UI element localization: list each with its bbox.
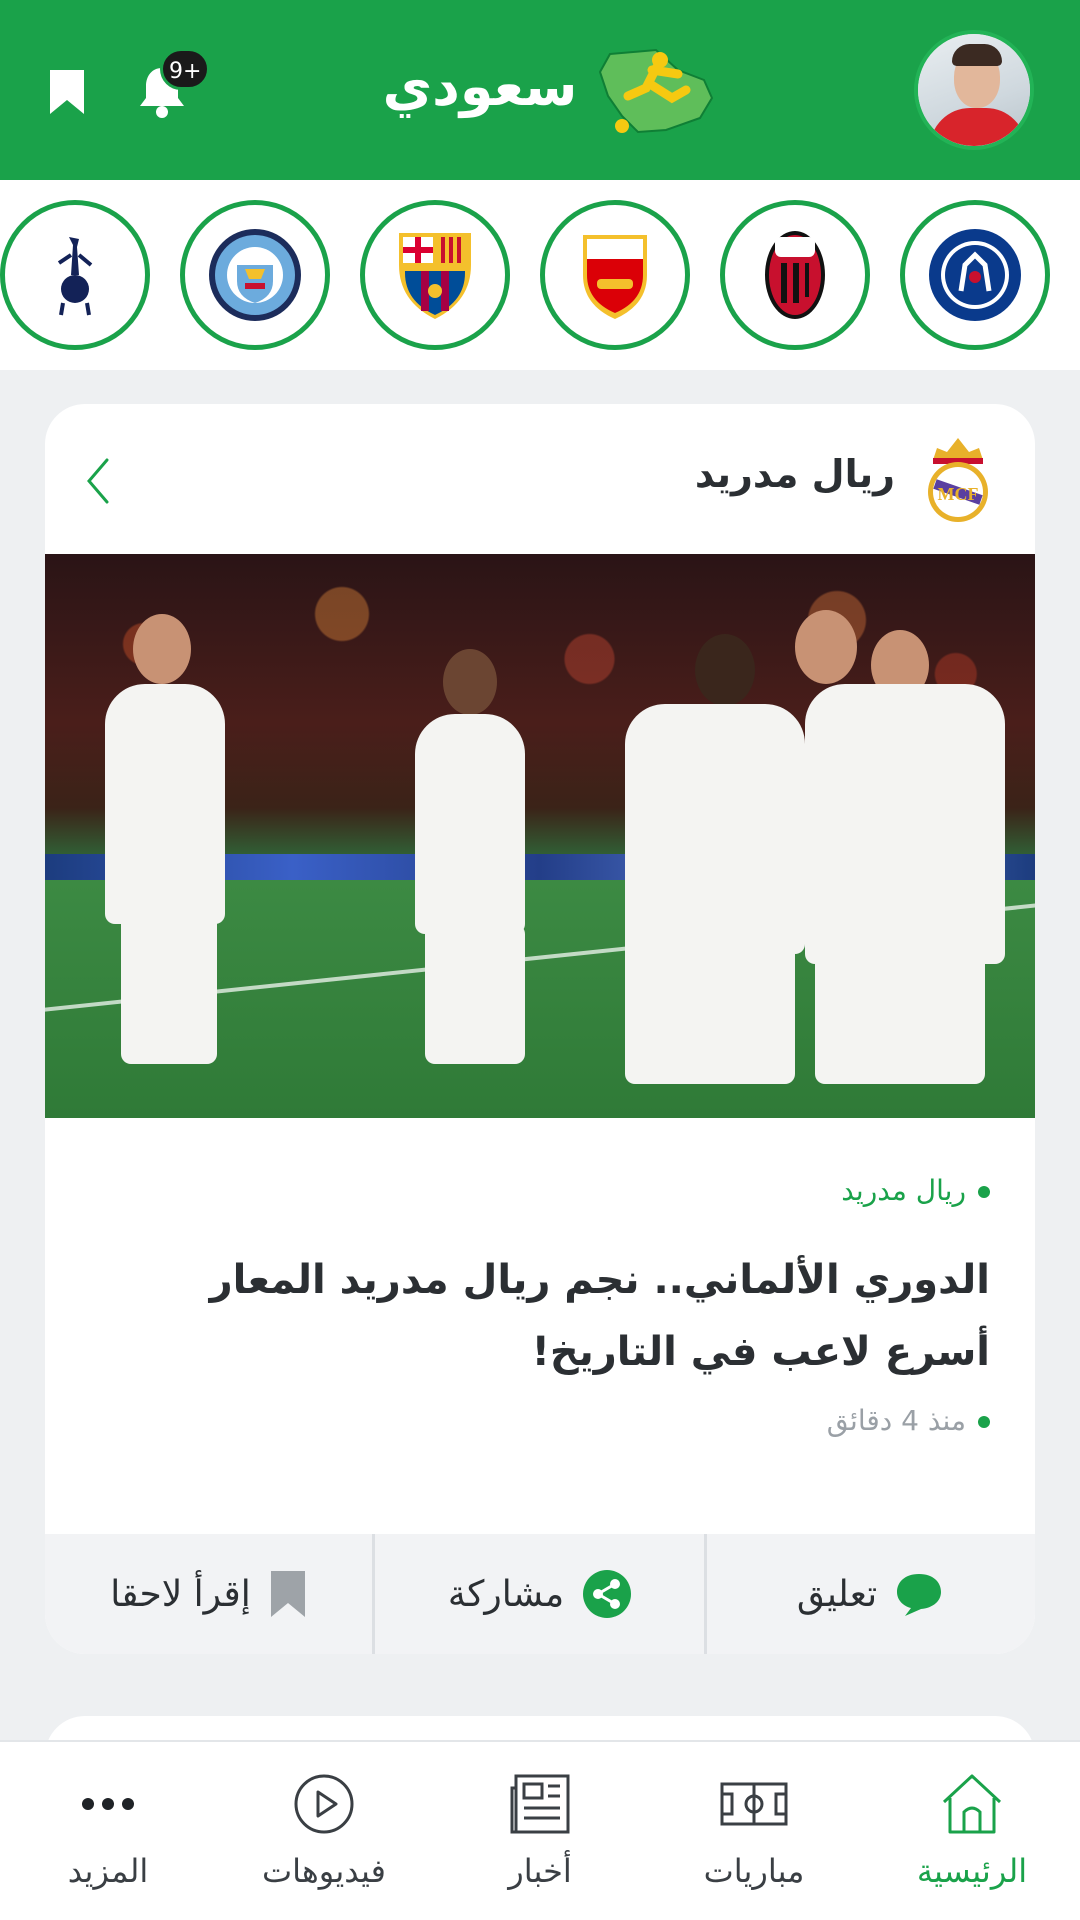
nav-matches[interactable]: مباريات xyxy=(654,1742,854,1920)
article-tag-label: ريال مدريد xyxy=(841,1174,966,1207)
bookmark-icon xyxy=(270,1571,305,1617)
chevron-left-icon[interactable] xyxy=(83,456,113,506)
pitch-icon xyxy=(720,1782,788,1826)
article-card[interactable]: MCF ريال مدريد ريال مدريد الدوري الألمان… xyxy=(45,404,1035,1654)
share-button[interactable]: مشاركة xyxy=(375,1534,705,1654)
card-header[interactable]: MCF ريال مدريد xyxy=(45,404,1035,554)
tag-dot-icon xyxy=(978,1186,990,1198)
team-chelsea[interactable] xyxy=(900,200,1050,350)
home-icon xyxy=(942,1774,1002,1834)
app-name: سعودي xyxy=(382,55,578,118)
comment-label: تعليق xyxy=(796,1573,878,1615)
nav-videos-label: فيديوهات xyxy=(262,1852,386,1890)
article-actions-bar: تعليق مشاركة إقرأ لاحقا xyxy=(45,1534,1035,1654)
more-icon xyxy=(82,1798,134,1810)
club-name: ريال مدريد xyxy=(694,452,895,496)
article-time: منذ 4 دقائق xyxy=(827,1404,990,1437)
nav-news[interactable]: أخبار xyxy=(440,1742,640,1920)
share-icon xyxy=(583,1570,632,1618)
read-later-button[interactable]: إقرأ لاحقا xyxy=(45,1534,372,1654)
arsenal-crest-icon xyxy=(583,235,647,319)
comment-button[interactable]: تعليق xyxy=(705,1534,1035,1654)
article-tag[interactable]: ريال مدريد xyxy=(841,1174,990,1207)
tottenham-crest-icon xyxy=(57,237,93,316)
bookmarks-icon[interactable] xyxy=(48,68,86,116)
barcelona-crest-icon xyxy=(399,233,471,319)
nav-more-label: المزيد xyxy=(67,1852,149,1890)
newspaper-icon xyxy=(510,1774,570,1834)
notifications-badge: 9+ xyxy=(160,48,211,90)
divider xyxy=(372,1534,375,1654)
real-madrid-crest-icon: MCF xyxy=(928,438,988,522)
svg-text:MCF: MCF xyxy=(938,484,979,504)
nav-matches-label: مباريات xyxy=(703,1852,805,1890)
ac-milan-crest-icon xyxy=(765,231,825,319)
play-icon xyxy=(294,1774,354,1834)
team-ac-milan[interactable] xyxy=(720,200,870,350)
share-label: مشاركة xyxy=(447,1573,565,1615)
bottom-navigation: الرئيسية مباريات أخبار فيديوهات المزيد xyxy=(0,1740,1080,1920)
comment-icon xyxy=(897,1574,942,1616)
favorite-teams-strip xyxy=(0,180,1080,370)
nav-home-label: الرئيسية xyxy=(916,1852,1028,1890)
team-manchester-city[interactable] xyxy=(180,200,330,350)
article-image[interactable] xyxy=(45,554,1035,1118)
nav-news-label: أخبار xyxy=(508,1852,572,1890)
time-dot-icon xyxy=(978,1416,990,1428)
manchester-city-crest-icon xyxy=(209,229,301,321)
app-header: سعودي 9+ xyxy=(0,0,1080,180)
team-arsenal[interactable] xyxy=(540,200,690,350)
chelsea-crest-icon xyxy=(929,229,1021,321)
nav-videos[interactable]: فيديوهات xyxy=(224,1742,424,1920)
nav-more[interactable]: المزيد xyxy=(8,1742,208,1920)
user-avatar[interactable] xyxy=(914,30,1034,150)
nav-home[interactable]: الرئيسية xyxy=(872,1742,1072,1920)
team-tottenham[interactable] xyxy=(0,200,150,350)
team-barcelona[interactable] xyxy=(360,200,510,350)
article-time-label: منذ 4 دقائق xyxy=(826,1404,966,1437)
article-headline[interactable]: الدوري الألماني.. نجم ريال مدريد المعار … xyxy=(110,1244,990,1388)
read-later-label: إقرأ لاحقا xyxy=(110,1573,251,1615)
